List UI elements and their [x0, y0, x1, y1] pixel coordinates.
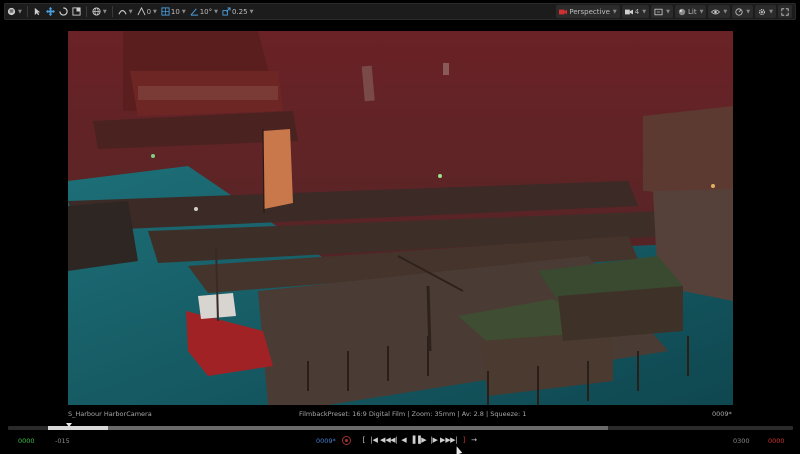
translate-tool-button[interactable]	[44, 4, 57, 19]
play-reverse-button[interactable]: ◀	[400, 435, 408, 445]
jump-to-start-button[interactable]: |◀	[370, 435, 378, 445]
chevron-down-icon: ▼	[642, 8, 647, 15]
gauge-icon	[735, 7, 743, 16]
chevron-down-icon: ▼	[153, 8, 157, 15]
pause-button[interactable]: ▐▐	[410, 435, 421, 445]
performance-dropdown[interactable]: ▼	[732, 5, 754, 18]
angle-snap-button[interactable]: 0 ▼	[135, 4, 159, 19]
step-forward-key-button[interactable]: ▶▶	[440, 435, 451, 445]
show-flags-dropdown[interactable]: ▼	[708, 5, 731, 18]
camera-speed-icon	[624, 9, 633, 14]
record-button[interactable]	[342, 436, 351, 445]
viewport-toolbar: ▼ ▼ ▼ 0 ▼ 10 ▼ 10° ▼ 0.25 ▼ Perspective …	[4, 3, 796, 20]
viewport-layout-dropdown[interactable]: ▼	[651, 5, 673, 18]
layout-icon	[654, 8, 663, 15]
maximize-viewport-button[interactable]	[778, 5, 792, 18]
chevron-down-icon: ▼	[181, 8, 186, 15]
scene-viewport[interactable]	[68, 31, 733, 405]
timeline-play-range	[48, 426, 608, 430]
transport-bar: 0000 -015 0009* [ |◀ ◀◀ ◀| ◀ ▐▐ ▶ |▶ ▶▶ …	[0, 434, 800, 448]
view-mode-label: Perspective	[569, 7, 610, 16]
chevron-down-icon: ▼	[769, 8, 773, 15]
light-sphere-icon	[678, 8, 686, 15]
chevron-down-icon: ▼	[128, 8, 133, 15]
scale-icon	[72, 7, 81, 16]
filmback-info-label: FilmbackPreset: 16:9 Digital Film | Zoom…	[299, 410, 527, 418]
step-forward-frame-button[interactable]: |▶	[430, 435, 438, 445]
play-forward-button[interactable]: ▶	[420, 435, 428, 445]
camera-speed-value: 4	[634, 7, 640, 16]
rotation-snap-button[interactable]: 10° ▼	[188, 4, 220, 19]
timeline-scrubber[interactable]	[8, 426, 793, 430]
current-frame-field[interactable]: 0009*	[316, 437, 336, 445]
camera-name-label: S_Harbour HarborCamera	[68, 410, 152, 418]
harbor-scene-render	[68, 31, 733, 405]
chevron-down-icon: ▼	[18, 8, 22, 15]
loop-mode-button[interactable]: →	[470, 435, 478, 445]
jump-to-end-button[interactable]: ▶|	[450, 435, 458, 445]
coordinate-space-button[interactable]: ▼	[90, 4, 109, 19]
angle-snap-value: 0	[146, 7, 152, 16]
scale-snap-icon	[222, 7, 231, 16]
scale-snap-button[interactable]: 0.25 ▼	[220, 4, 255, 19]
start-frame-field[interactable]: 0000	[18, 437, 35, 445]
chevron-down-icon: ▼	[214, 8, 218, 15]
set-start-button[interactable]: [	[360, 435, 368, 445]
main-menu-button[interactable]: ▼	[5, 4, 24, 19]
surface-snap-button[interactable]: ▼	[116, 4, 135, 19]
select-tool-button[interactable]	[31, 4, 44, 19]
move-icon	[45, 7, 55, 16]
chevron-down-icon: ▼	[723, 8, 728, 15]
camera-icon	[559, 9, 568, 14]
chevron-down-icon: ▼	[249, 8, 254, 15]
scale-snap-value: 0.25	[231, 7, 248, 16]
chevron-down-icon: ▼	[102, 8, 107, 15]
play-end-field[interactable]: 0300	[733, 437, 750, 445]
hamburger-icon	[7, 7, 16, 16]
lighting-mode-label: Lit	[687, 7, 697, 16]
set-end-button[interactable]: ]	[460, 435, 468, 445]
playhead-marker[interactable]	[66, 423, 72, 427]
rotate-icon	[59, 7, 68, 16]
grid-snap-value: 10	[170, 7, 180, 16]
rotate-tool-button[interactable]	[57, 4, 70, 19]
maximize-icon	[781, 7, 789, 16]
settings-dropdown[interactable]: ▼	[755, 5, 776, 18]
transport-controls: [ |◀ ◀◀ ◀| ◀ ▐▐ ▶ |▶ ▶▶ ▶| ] →	[360, 435, 478, 445]
chevron-down-icon: ▼	[699, 8, 704, 15]
grid-snap-button[interactable]: 10 ▼	[159, 4, 188, 19]
gear-icon	[759, 8, 766, 15]
cursor-arrow-icon	[34, 7, 41, 16]
lighting-mode-dropdown[interactable]: Lit ▼	[674, 5, 707, 18]
chevron-down-icon: ▼	[612, 8, 617, 15]
chevron-down-icon: ▼	[746, 8, 751, 15]
grid-icon	[161, 7, 170, 16]
rotation-snap-value: 10°	[199, 7, 213, 16]
eye-icon	[711, 9, 721, 14]
chevron-down-icon: ▼	[666, 8, 670, 15]
view-mode-dropdown[interactable]: Perspective ▼	[556, 5, 620, 18]
angle-icon	[190, 8, 198, 16]
step-back-frame-button[interactable]: ◀|	[390, 435, 398, 445]
end-frame-field[interactable]: 0000	[768, 437, 785, 445]
scale-tool-button[interactable]	[70, 4, 83, 19]
globe-icon	[92, 7, 101, 16]
step-back-key-button[interactable]: ◀◀	[380, 435, 391, 445]
grid-snap-icon	[137, 7, 146, 16]
frame-readout-label: 0009*	[712, 410, 732, 418]
play-start-field[interactable]: -015	[55, 437, 70, 445]
timeline-selection-range	[48, 426, 108, 430]
camera-speed-dropdown[interactable]: 4 ▼	[621, 5, 650, 18]
snap-curve-icon	[118, 10, 127, 15]
